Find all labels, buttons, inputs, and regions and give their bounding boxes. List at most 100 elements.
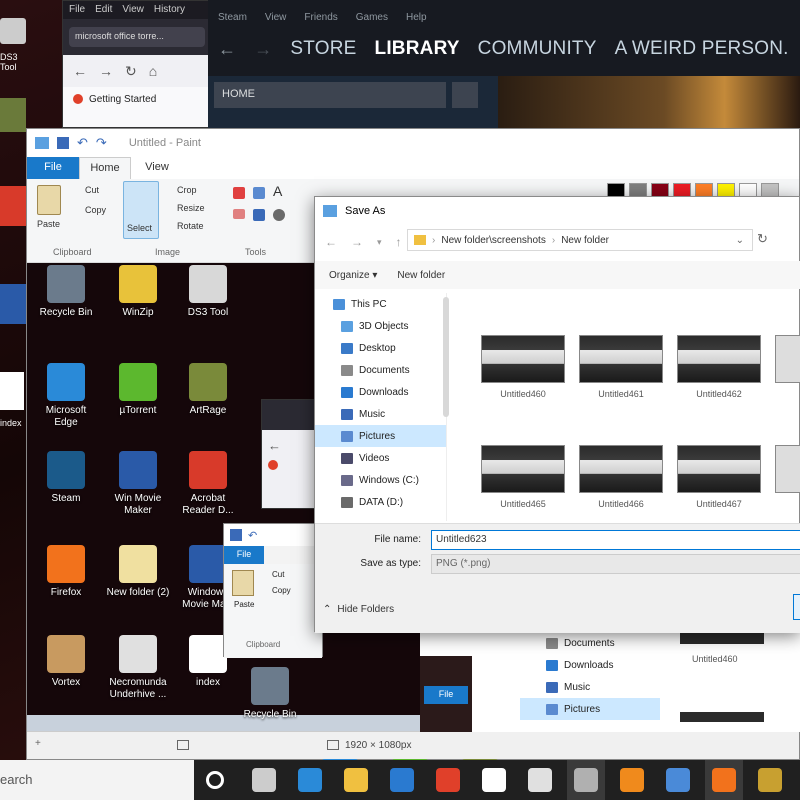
breadcrumb-item[interactable]: New folder\screenshots bbox=[441, 235, 546, 246]
forward-icon[interactable]: → bbox=[99, 63, 113, 79]
nav-item-pictures[interactable]: Pictures bbox=[315, 425, 446, 447]
widgets-icon[interactable] bbox=[252, 768, 276, 792]
file-thumbnail[interactable]: Untitled467 bbox=[677, 445, 761, 509]
save-as-dialog[interactable]: Save As ← → ▾ ↑ › New folder\screenshots… bbox=[314, 196, 800, 633]
eraser-icon[interactable] bbox=[233, 209, 245, 219]
chevron-down-icon[interactable]: ⌄ bbox=[736, 235, 744, 246]
text-tool-icon[interactable]: A bbox=[273, 183, 282, 199]
forward-arrow-icon[interactable]: → bbox=[254, 39, 272, 60]
save-button[interactable] bbox=[793, 594, 800, 620]
taskbar-search[interactable]: earch bbox=[0, 760, 194, 800]
crop-button[interactable]: Crop bbox=[177, 185, 197, 195]
git-icon[interactable] bbox=[436, 768, 460, 792]
save-icon[interactable] bbox=[57, 137, 69, 149]
fill-icon[interactable] bbox=[253, 187, 265, 199]
desktop-icon[interactable]: Necromunda Underhive ... bbox=[105, 635, 171, 701]
edge-icon[interactable] bbox=[298, 768, 322, 792]
artrage-icon[interactable] bbox=[0, 98, 26, 132]
organize-button[interactable]: Organize ▾ bbox=[329, 270, 377, 281]
bookmark-getting-started[interactable]: Getting Started bbox=[89, 94, 156, 105]
new-folder-button[interactable]: New folder bbox=[397, 270, 445, 281]
steam-nav-community[interactable]: COMMUNITY bbox=[478, 38, 597, 60]
back-icon[interactable]: ← bbox=[73, 63, 87, 79]
palette-swatch[interactable] bbox=[695, 183, 713, 197]
palette-swatch[interactable] bbox=[673, 183, 691, 197]
steam-menu-view[interactable]: View bbox=[265, 12, 287, 28]
steam-menu-games[interactable]: Games bbox=[356, 12, 388, 28]
desktop-icon[interactable]: Firefox bbox=[33, 545, 99, 599]
nav-item-windows-c[interactable]: Windows (C:) bbox=[315, 469, 446, 491]
steam-menu-friends[interactable]: Friends bbox=[304, 12, 337, 28]
desktop-icon[interactable]: Vortex bbox=[33, 635, 99, 689]
vlc-icon[interactable] bbox=[620, 768, 644, 792]
steam-menu-help[interactable]: Help bbox=[406, 12, 427, 28]
obs-icon[interactable] bbox=[528, 768, 552, 792]
magnifier-icon[interactable] bbox=[273, 209, 285, 221]
hide-folders-toggle[interactable]: ⌃ Hide Folders bbox=[323, 604, 394, 615]
steam-menu-steam[interactable]: Steam bbox=[218, 12, 247, 28]
tab-file[interactable]: File bbox=[27, 157, 79, 179]
desktop-icon[interactable]: Recycle Bin bbox=[33, 265, 99, 319]
redo-icon[interactable]: ↷ bbox=[96, 135, 107, 151]
home-icon[interactable]: ⌂ bbox=[149, 63, 157, 79]
file-thumbnail[interactable]: Untitled460 bbox=[481, 335, 565, 399]
address-bar[interactable]: › New folder\screenshots › New folder ⌄ bbox=[407, 229, 753, 251]
palette-swatch[interactable] bbox=[761, 183, 779, 197]
resize-button[interactable]: Resize bbox=[177, 203, 205, 213]
forward-icon[interactable]: → bbox=[351, 235, 363, 249]
cut-button[interactable]: Cut bbox=[85, 185, 99, 195]
file-thumbnail[interactable]: Untitled462 bbox=[677, 335, 761, 399]
rotate-button[interactable]: Rotate bbox=[177, 221, 204, 231]
file-thumbnail-partial[interactable] bbox=[775, 335, 800, 383]
menu-edit[interactable]: Edit bbox=[95, 4, 112, 16]
nav-item-this-pc[interactable]: This PC bbox=[315, 293, 446, 315]
back-arrow-icon[interactable]: ← bbox=[218, 39, 236, 60]
paste-icon[interactable] bbox=[37, 185, 61, 215]
reload-icon[interactable]: ↻ bbox=[125, 63, 137, 80]
palette-swatch[interactable] bbox=[651, 183, 669, 197]
undo-icon[interactable]: ↶ bbox=[77, 135, 88, 151]
steam-nav-library[interactable]: LIBRARY bbox=[375, 38, 460, 60]
file-thumbnail[interactable]: Untitled461 bbox=[579, 335, 663, 399]
menu-file[interactable]: File bbox=[69, 4, 85, 16]
menu-history[interactable]: History bbox=[154, 4, 185, 16]
palette-swatch[interactable] bbox=[629, 183, 647, 197]
paste-label[interactable]: Paste bbox=[37, 219, 60, 229]
tab-view[interactable]: View bbox=[131, 157, 183, 179]
desktop-icon[interactable]: Win Movie Maker bbox=[105, 451, 171, 517]
desktop-icon[interactable]: WinZip bbox=[105, 265, 171, 319]
desktop-icon[interactable]: New folder (2) bbox=[105, 545, 171, 599]
refresh-icon[interactable]: ↻ bbox=[757, 231, 768, 247]
file-thumbnail[interactable]: Untitled466 bbox=[579, 445, 663, 509]
gamepad-icon[interactable] bbox=[0, 18, 26, 44]
nav-item-3d-objects[interactable]: 3D Objects bbox=[315, 315, 446, 337]
firefox-window[interactable]: File Edit View History microsoft office … bbox=[62, 0, 212, 128]
breadcrumb-item[interactable]: New folder bbox=[561, 235, 609, 246]
desktop-icon[interactable]: µTorrent bbox=[105, 363, 171, 417]
browser-tab[interactable]: microsoft office torre... bbox=[69, 27, 205, 47]
document-icon[interactable] bbox=[0, 372, 24, 410]
save-type-select[interactable]: PNG (*.png) bbox=[431, 554, 800, 574]
steam-home-button[interactable]: HOME bbox=[214, 82, 446, 108]
movie-maker-icon[interactable] bbox=[0, 284, 26, 324]
desktop-icon[interactable]: ArtRage bbox=[175, 363, 241, 417]
file-explorer-icon[interactable] bbox=[344, 768, 368, 792]
acrobat-icon[interactable] bbox=[0, 186, 26, 226]
recent-locations-icon[interactable]: ▾ bbox=[377, 237, 382, 248]
pencil-icon[interactable] bbox=[233, 187, 245, 199]
menu-view[interactable]: View bbox=[122, 4, 144, 16]
file-thumbnail-partial[interactable] bbox=[775, 445, 800, 493]
nav-scrollbar[interactable] bbox=[443, 297, 449, 417]
mail-icon[interactable] bbox=[390, 768, 414, 792]
nav-item-music[interactable]: Music bbox=[315, 403, 446, 425]
back-icon[interactable]: ← bbox=[325, 235, 337, 249]
nav-item-downloads[interactable]: Downloads bbox=[315, 381, 446, 403]
steam-window[interactable]: Steam View Friends Games Help ← → STORE … bbox=[208, 0, 800, 128]
desktop-icon[interactable]: Steam bbox=[33, 451, 99, 505]
other-icon[interactable] bbox=[758, 768, 782, 792]
nav-item-videos[interactable]: Videos bbox=[315, 447, 446, 469]
paint-icon[interactable] bbox=[574, 768, 598, 792]
nav-item-desktop[interactable]: Desktop bbox=[315, 337, 446, 359]
task-view-icon[interactable] bbox=[206, 771, 224, 789]
up-icon[interactable]: ↑ bbox=[396, 235, 402, 249]
